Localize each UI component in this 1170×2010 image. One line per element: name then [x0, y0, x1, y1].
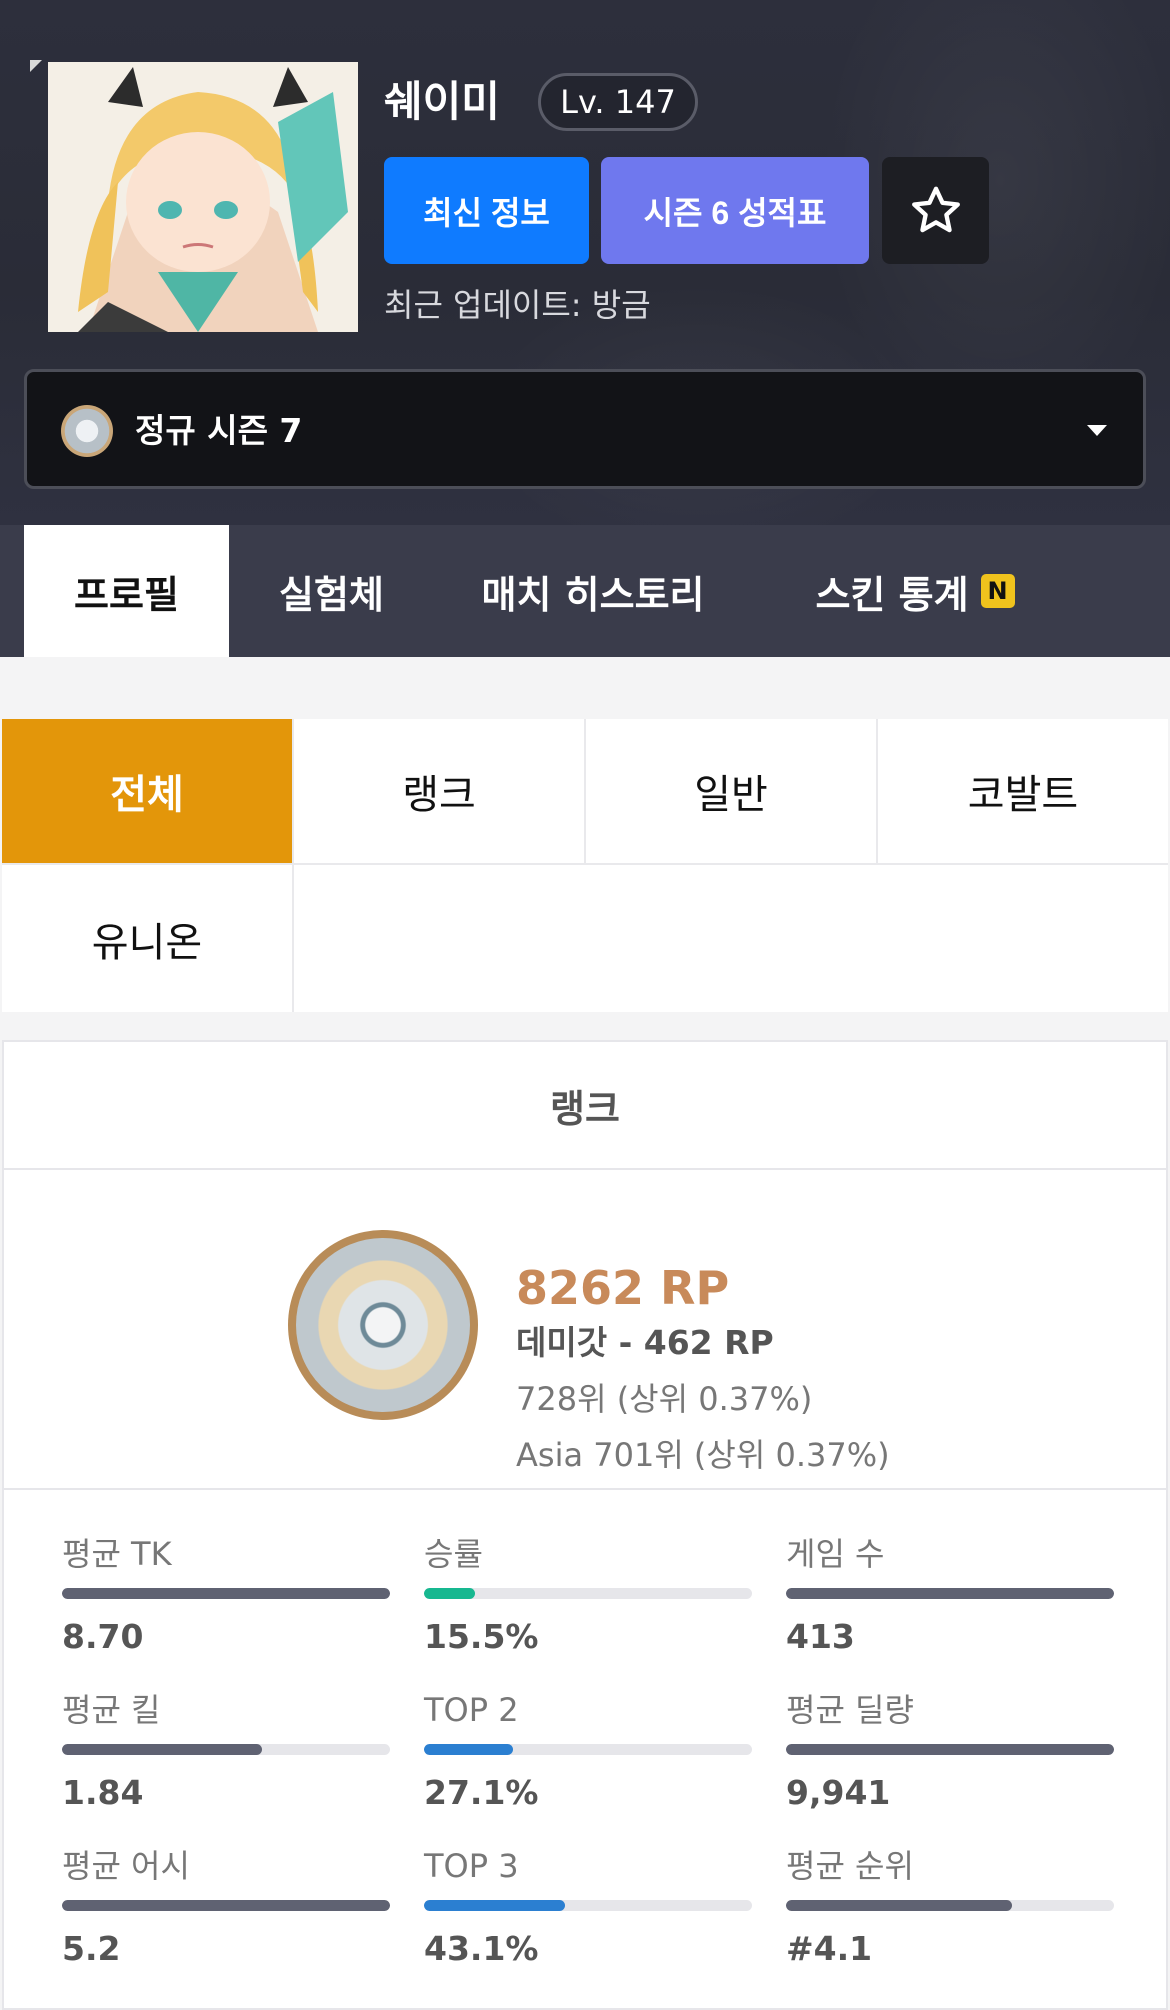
stat-value: 8.70: [62, 1617, 144, 1656]
stat-label: 평균 순위: [786, 1847, 914, 1885]
latest-info-button[interactable]: 최신 정보: [384, 157, 589, 264]
level-badge: Lv. 147: [538, 73, 698, 131]
tab-profile[interactable]: 프로필: [24, 525, 229, 657]
season-record-button[interactable]: 시즌 6 성적표: [601, 157, 869, 264]
mode-grid-empty-cell: [294, 865, 1168, 1012]
stat-progress-fill: [786, 1900, 1013, 1911]
stat-label: 평균 킬: [62, 1691, 161, 1729]
tab-label: 실험체: [279, 572, 384, 617]
profile-header: 쉐이미 Lv. 147 최신 정보 시즌 6 성적표 최근 업데이트: 방금 정…: [0, 0, 1170, 525]
stat-progress-bar: [786, 1900, 1114, 1911]
season-tier-icon: [61, 405, 113, 457]
nickname: 쉐이미: [384, 77, 500, 126]
tab-label: 프로필: [74, 572, 179, 617]
stat-progress-bar: [62, 1588, 390, 1599]
season-dropdown-value: 정규 시즌 7: [135, 411, 303, 450]
rank-points: 8262 RP: [516, 1261, 730, 1315]
rank-card: 랭크 8262 RP 데미갓 - 462 RP 728위 (상위 0.37%) …: [2, 1040, 1168, 2010]
stat-value: 1.84: [62, 1773, 144, 1812]
character-portrait-image: [48, 62, 358, 332]
rank-summary: 8262 RP 데미갓 - 462 RP 728위 (상위 0.37%) Asi…: [4, 1170, 1166, 1490]
stat-label: 평균 TK: [62, 1535, 172, 1573]
new-badge: N: [980, 574, 1015, 608]
tab-skin-stats[interactable]: 스킨 통계 N: [790, 525, 1040, 657]
tab-label: 스킨 통계: [815, 572, 969, 617]
stat-progress-fill: [424, 1900, 566, 1911]
tab-characters[interactable]: 실험체: [229, 525, 434, 657]
stat-progress-bar: [424, 1744, 752, 1755]
mode-all-button[interactable]: 전체: [2, 719, 292, 863]
stat-progress-fill: [424, 1588, 475, 1599]
stat-item: 게임 수 413: [786, 1532, 1116, 1659]
stat-progress-fill: [62, 1744, 263, 1755]
stat-item: 승률 15.5%: [424, 1532, 754, 1659]
season-dropdown[interactable]: 정규 시즌 7: [24, 369, 1146, 489]
mode-rank-button[interactable]: 랭크: [294, 719, 584, 863]
stat-value: #4.1: [786, 1929, 873, 1968]
mode-normal-button[interactable]: 일반: [586, 719, 876, 863]
avatar-corner-mark: [30, 60, 42, 72]
global-rank: 728위 (상위 0.37%): [516, 1380, 813, 1418]
avatar: [48, 62, 358, 332]
stat-value: 5.2: [62, 1929, 121, 1968]
last-updated-text: 최근 업데이트: 방금: [384, 286, 651, 324]
tab-match-history[interactable]: 매치 히스토리: [448, 525, 738, 657]
stat-progress-bar: [786, 1744, 1114, 1755]
stat-label: 게임 수: [786, 1535, 885, 1573]
stat-progress-fill: [786, 1588, 1114, 1599]
region-rank: Asia 701위 (상위 0.37%): [516, 1436, 890, 1474]
rank-card-title: 랭크: [4, 1042, 1166, 1170]
mode-cobalt-button[interactable]: 코발트: [878, 719, 1168, 863]
stat-item: 평균 딜량 9,941: [786, 1688, 1116, 1815]
favorite-button[interactable]: [882, 157, 989, 264]
stat-value: 9,941: [786, 1773, 891, 1812]
stat-item: 평균 어시 5.2: [62, 1844, 392, 1971]
tab-label: 매치 히스토리: [481, 572, 705, 617]
profile-nav-tabs: 프로필 실험체 매치 히스토리 스킨 통계 N: [0, 525, 1170, 657]
stat-progress-bar: [786, 1588, 1114, 1599]
stat-progress-fill: [424, 1744, 513, 1755]
stat-label: 평균 어시: [62, 1847, 190, 1885]
stat-progress-bar: [424, 1588, 752, 1599]
stat-label: TOP 3: [424, 1847, 519, 1885]
chevron-down-icon: [1087, 425, 1107, 436]
stat-label: 평균 딜량: [786, 1691, 914, 1729]
stat-value: 27.1%: [424, 1773, 539, 1812]
stat-label: 승률: [424, 1535, 483, 1573]
stat-item: TOP 2 27.1%: [424, 1688, 754, 1815]
stat-value: 15.5%: [424, 1617, 539, 1656]
stat-item: TOP 3 43.1%: [424, 1844, 754, 1971]
stat-progress-bar: [62, 1900, 390, 1911]
stat-item: 평균 킬 1.84: [62, 1688, 392, 1815]
stat-item: 평균 TK 8.70: [62, 1532, 392, 1659]
game-mode-filter: 전체 랭크 일반 코발트 유니온: [2, 719, 1168, 1012]
stat-progress-fill: [62, 1588, 390, 1599]
mode-union-button[interactable]: 유니온: [2, 865, 292, 1012]
stat-value: 413: [786, 1617, 855, 1656]
stat-progress-bar: [62, 1744, 390, 1755]
stat-progress-fill: [62, 1900, 390, 1911]
tier-emblem-icon: [288, 1230, 478, 1420]
stat-value: 43.1%: [424, 1929, 539, 1968]
stat-item: 평균 순위 #4.1: [786, 1844, 1116, 1971]
stat-label: TOP 2: [424, 1691, 519, 1729]
stat-progress-fill: [786, 1744, 1114, 1755]
tier-name: 데미갓 - 462 RP: [516, 1323, 774, 1362]
stat-progress-bar: [424, 1900, 752, 1911]
star-icon: [911, 186, 960, 232]
